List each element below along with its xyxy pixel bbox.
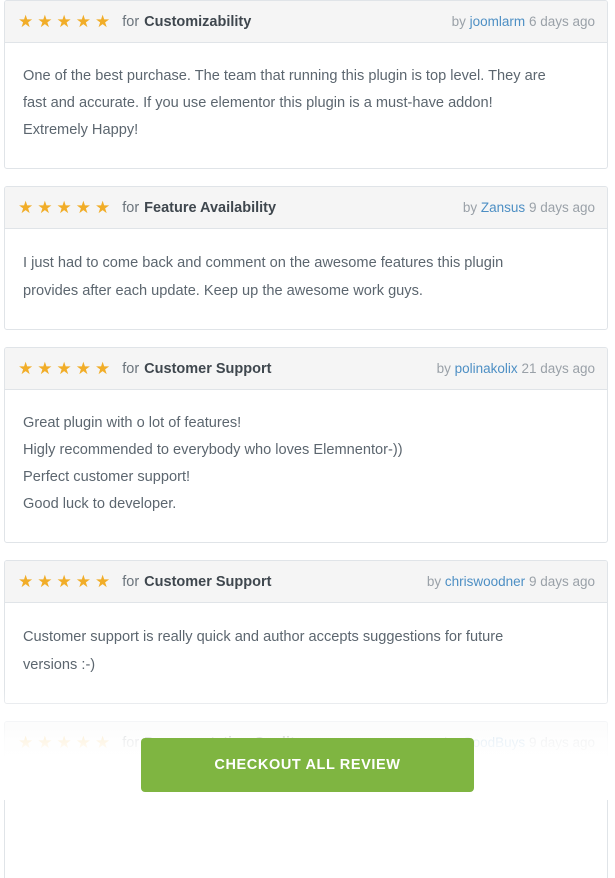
review-category: Feature Availability (144, 199, 277, 216)
review-text-line: Customer support is really quick and aut… (23, 629, 504, 645)
star-icon: ★ (75, 198, 92, 217)
cta-container: CHECKOUT ALL REVIEW (0, 738, 615, 792)
review-card: ★ ★ ★ ★ ★ for Customizability by joomlarm 6 day… (4, 0, 608, 169)
review-author-link[interactable]: chriswoodner (445, 574, 525, 589)
star-icon: ★ (95, 198, 112, 217)
star-icon: ★ (56, 198, 73, 217)
review-meta: by chriswoodner 9 days ago (427, 574, 595, 589)
review-for-label: for (122, 199, 140, 216)
review-body: I just had to come back and comment on t… (5, 229, 607, 329)
review-text-line: fast and accurate. If you use elementor … (23, 95, 493, 111)
reviews-list: ★ ★ ★ ★ ★ for Customizability by joomlarm 6 day… (0, 0, 615, 721)
review-header: ★ ★ ★ ★ ★ for Customer Support by polinakolix 2… (5, 348, 607, 390)
review-author-link[interactable]: polinakolix (455, 361, 518, 376)
review-header: ★ ★ ★ ★ ★ for Customizability by joomlarm 6 day… (5, 1, 607, 43)
review-text-line: Higly recommended to everybody who loves… (23, 442, 403, 458)
star-icon: ★ (18, 12, 35, 31)
review-body: One of the best purchase. The team that … (5, 43, 607, 168)
star-icon: ★ (37, 198, 54, 217)
review-text-line: Great plugin with o lot of features! (23, 415, 242, 431)
review-for-label: for (122, 573, 140, 590)
star-icon: ★ (56, 572, 73, 591)
review-text-line: Perfect customer support! (23, 469, 191, 485)
star-icon: ★ (95, 12, 112, 31)
review-for-label: for (122, 13, 140, 30)
review-category: Customer Support (144, 360, 272, 377)
star-icon: ★ (75, 572, 92, 591)
review-meta: by Zansus 9 days ago (463, 200, 595, 215)
review-author-link[interactable]: joomlarm (470, 14, 526, 29)
review-text-line: One of the best purchase. The team that … (23, 68, 546, 84)
review-by-label: by (436, 361, 451, 376)
star-icon: ★ (18, 359, 35, 378)
review-time-ago: 9 days ago (528, 574, 595, 589)
star-icon: ★ (18, 198, 35, 217)
review-card: ★ ★ ★ ★ ★ for Feature Availability by Zansus 9 … (4, 186, 608, 330)
star-icon: ★ (95, 572, 112, 591)
star-icon: ★ (75, 12, 92, 31)
review-header: ★ ★ ★ ★ ★ for Feature Availability by Zansus 9 … (5, 187, 607, 229)
star-icon: ★ (18, 572, 35, 591)
review-body: Great plugin with o lot of features! Higl… (5, 390, 607, 542)
review-header: ★ ★ ★ ★ ★ for Customer Support by chriswoodner … (5, 561, 607, 603)
review-meta: by polinakolix 21 days ago (437, 361, 595, 376)
star-icon: ★ (37, 359, 54, 378)
review-by-label: by (462, 200, 478, 215)
review-author-link[interactable]: Zansus (481, 200, 525, 215)
star-icon: ★ (56, 12, 73, 31)
review-meta: by joomlarm 6 days ago (452, 14, 595, 29)
review-text-line: Extremely Happy! (23, 122, 139, 138)
review-category: Customizability (144, 13, 252, 30)
review-time-ago: 9 days ago (528, 200, 595, 215)
star-rating: ★ ★ ★ ★ ★ (18, 573, 114, 590)
review-for-label: for (122, 360, 140, 377)
star-rating: ★ ★ ★ ★ ★ (18, 360, 114, 377)
star-icon: ★ (37, 572, 54, 591)
star-icon: ★ (37, 12, 54, 31)
review-category: Customer Support (144, 573, 272, 590)
review-body: Customer support is really quick and aut… (5, 603, 607, 703)
review-text-line: Good luck to developer. (23, 496, 177, 512)
review-card: ★ ★ ★ ★ ★ for Customer Support by chriswoodner … (4, 560, 608, 704)
star-icon: ★ (75, 359, 92, 378)
checkout-all-review-button[interactable]: CHECKOUT ALL REVIEW (141, 738, 474, 792)
review-text-line: I just had to come back and comment on t… (23, 255, 504, 271)
star-icon: ★ (56, 359, 73, 378)
review-text-line: provides after each update. Keep up the … (23, 283, 423, 299)
review-time-ago: 6 days ago (528, 14, 595, 29)
review-by-label: by (451, 14, 466, 29)
review-by-label: by (426, 574, 442, 589)
star-rating: ★ ★ ★ ★ ★ (18, 13, 114, 30)
star-rating: ★ ★ ★ ★ ★ (18, 199, 114, 216)
review-time-ago: 21 days ago (521, 361, 595, 376)
review-text-line: versions :-) (23, 657, 96, 673)
star-icon: ★ (95, 359, 112, 378)
review-card: ★ ★ ★ ★ ★ for Customer Support by polinakolix 2… (4, 347, 608, 543)
